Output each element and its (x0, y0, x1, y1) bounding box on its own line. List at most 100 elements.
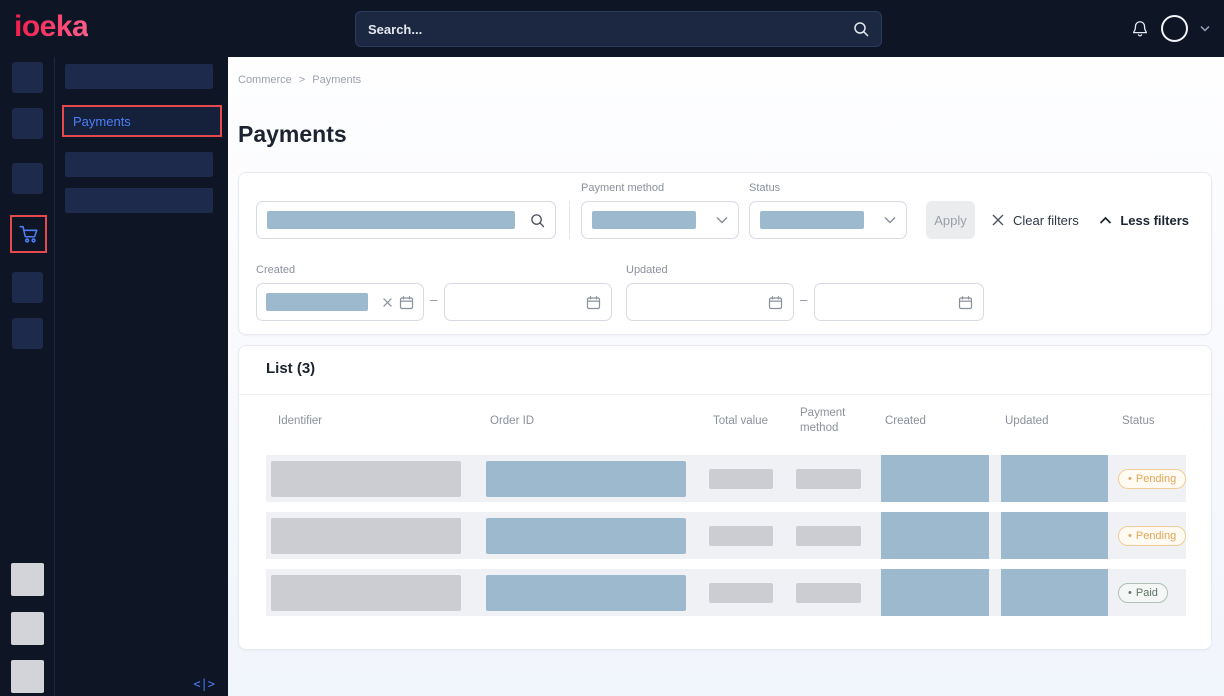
rail-bottom-item-1[interactable] (11, 563, 44, 596)
redacted-search-value (267, 211, 515, 229)
topbar-actions (1131, 0, 1210, 57)
sidebar-menu-item-4[interactable] (65, 188, 213, 213)
redacted-created-cell (881, 512, 989, 559)
calendar-icon[interactable] (958, 295, 973, 310)
rail-nav-item-6[interactable] (12, 318, 43, 349)
redacted-updated-cell (1001, 512, 1108, 559)
updated-from-date-input[interactable] (626, 283, 794, 321)
redacted-identifier-cell (271, 518, 461, 554)
breadcrumb-current: Payments (312, 74, 361, 86)
redacted-updated-cell (1001, 455, 1108, 502)
status-select[interactable] (749, 201, 907, 239)
status-label: Status (749, 182, 780, 194)
column-header-identifier: Identifier (266, 414, 486, 429)
avatar[interactable] (1161, 15, 1188, 42)
less-filters-button[interactable]: Less filters (1099, 201, 1189, 239)
rail-nav-item-3[interactable] (12, 163, 43, 194)
redacted-date-value (266, 293, 368, 311)
search-icon (853, 21, 869, 37)
rail-nav-item-5[interactable] (12, 272, 43, 303)
redacted-total-value-cell (709, 526, 773, 546)
rail-nav-item-1[interactable] (12, 62, 43, 93)
app-logo[interactable]: ioeka (14, 10, 88, 44)
topbar: ioeka Search... (0, 0, 1224, 57)
redacted-created-cell (881, 455, 989, 502)
rail-bottom-item-2[interactable] (11, 612, 44, 645)
redacted-created-cell (881, 569, 989, 616)
search-placeholder: Search... (368, 22, 853, 37)
rail-nav-item-commerce-highlight[interactable] (10, 215, 47, 253)
updated-range-dash: – (800, 292, 807, 307)
list-card: List (3) Identifier Order ID Total value… (238, 345, 1212, 650)
column-header-total-value: Total value (709, 414, 796, 429)
updated-label: Updated (626, 264, 668, 276)
chevron-up-icon (1099, 216, 1112, 225)
calendar-icon[interactable] (768, 295, 783, 310)
status-badge: Pending (1118, 526, 1186, 546)
redacted-order-id-cell (486, 518, 686, 554)
rail-nav-item-2[interactable] (12, 108, 43, 139)
redacted-select-value (592, 211, 696, 229)
chevron-down-icon (716, 216, 728, 224)
sidebar-panel: Payments <|> (55, 57, 228, 696)
sidebar-item-payments[interactable]: Payments (62, 105, 222, 137)
column-header-updated: Updated (1001, 414, 1118, 429)
bell-icon[interactable] (1131, 19, 1149, 38)
redacted-order-id-cell (486, 575, 686, 611)
cart-icon (17, 223, 40, 245)
redacted-updated-cell (1001, 569, 1108, 616)
clear-filters-button[interactable]: Clear filters (991, 201, 1079, 239)
global-search-input[interactable]: Search... (355, 11, 882, 47)
less-filters-label: Less filters (1120, 213, 1189, 228)
apply-button[interactable]: Apply (926, 201, 975, 239)
rail-bottom-item-3[interactable] (11, 660, 44, 693)
redacted-payment-method-cell (796, 469, 861, 489)
filters-card: Payment method Status Apply Clear filter… (238, 172, 1212, 335)
calendar-icon[interactable] (586, 295, 601, 310)
table-row[interactable]: Paid (266, 569, 1186, 616)
breadcrumb-separator: > (299, 74, 305, 86)
filter-search-input[interactable] (256, 201, 556, 239)
close-icon (991, 213, 1005, 227)
created-to-date-input[interactable] (444, 283, 612, 321)
column-header-created: Created (881, 414, 1001, 429)
column-header-status: Status (1118, 414, 1186, 429)
payment-method-label: Payment method (581, 182, 664, 194)
redacted-select-value (760, 211, 864, 229)
clear-date-icon[interactable] (382, 297, 393, 308)
calendar-icon[interactable] (399, 295, 414, 310)
chevron-down-icon (884, 216, 896, 224)
sidebar-collapse-toggle[interactable]: <|> (193, 677, 215, 691)
search-icon (530, 213, 545, 228)
redacted-payment-method-cell (796, 583, 861, 603)
sidebar-item-payments-label: Payments (64, 114, 131, 129)
table-row[interactable]: Pending (266, 455, 1186, 502)
table-row[interactable]: Pending (266, 512, 1186, 559)
updated-to-date-input[interactable] (814, 283, 984, 321)
breadcrumb-commerce[interactable]: Commerce (238, 74, 292, 86)
table-header: Identifier Order ID Total value Payment … (266, 395, 1186, 447)
status-badge: Pending (1118, 469, 1186, 489)
clear-filters-label: Clear filters (1013, 213, 1079, 228)
redacted-total-value-cell (709, 583, 773, 603)
sidebar-rail (0, 57, 55, 696)
sidebar-menu-item-3[interactable] (65, 152, 213, 177)
list-title: List (3) (266, 360, 315, 377)
redacted-payment-method-cell (796, 526, 861, 546)
column-header-payment-method: Payment method (796, 406, 856, 436)
created-label: Created (256, 264, 295, 276)
created-from-date-input[interactable] (256, 283, 424, 321)
payment-method-select[interactable] (581, 201, 739, 239)
filter-divider (569, 201, 570, 239)
column-header-order-id: Order ID (486, 414, 709, 429)
status-badge: Paid (1118, 583, 1168, 603)
redacted-order-id-cell (486, 461, 686, 497)
redacted-total-value-cell (709, 469, 773, 489)
redacted-identifier-cell (271, 461, 461, 497)
page-title: Payments (238, 121, 347, 148)
main-content: Commerce > Payments Payments Payment met… (228, 57, 1224, 696)
chevron-down-icon[interactable] (1200, 25, 1210, 32)
breadcrumb: Commerce > Payments (238, 74, 361, 86)
sidebar-menu-item-1[interactable] (65, 64, 213, 89)
created-range-dash: – (430, 292, 437, 307)
